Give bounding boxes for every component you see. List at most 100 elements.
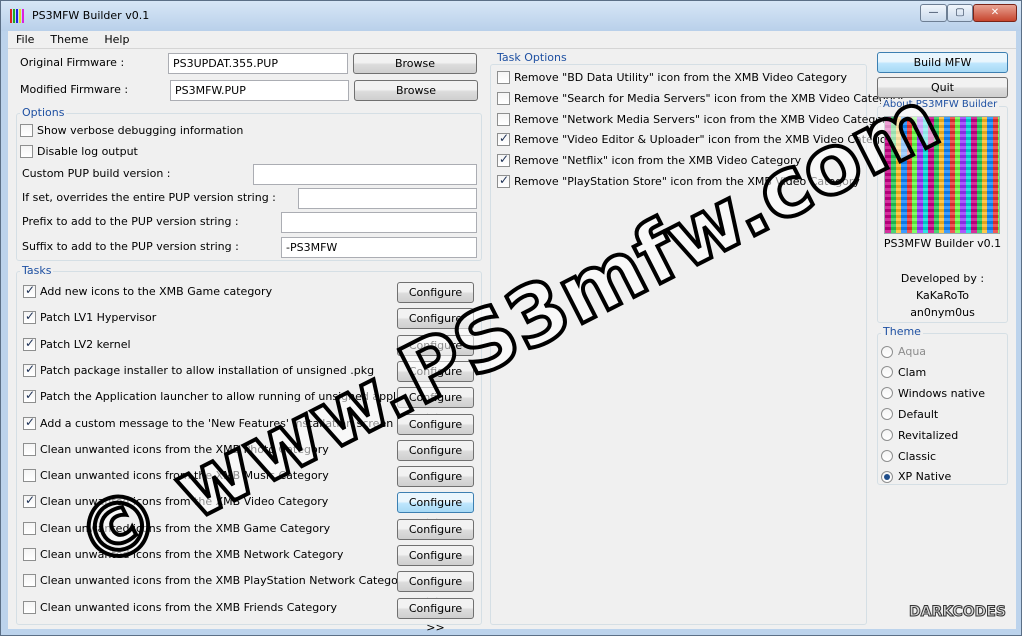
checkbox-box[interactable] — [20, 145, 33, 158]
task-item[interactable]: Add a custom message to the 'New Feature… — [23, 415, 394, 430]
verbose-checkbox[interactable]: Show verbose debugging information — [20, 124, 243, 137]
task-label: Add a custom message to the 'New Feature… — [40, 416, 394, 430]
menu-file[interactable]: File — [8, 31, 42, 48]
task-option-item[interactable]: Remove "Network Media Servers" icon from… — [497, 112, 893, 126]
task-checkbox[interactable] — [23, 388, 36, 404]
about-app-name: PS3MFW Builder v0.1 — [883, 237, 1002, 250]
theme-option[interactable]: Classic — [881, 450, 936, 463]
task-item[interactable]: Patch LV1 Hypervisor — [23, 309, 156, 325]
task-checkbox[interactable] — [23, 362, 36, 377]
task-item[interactable]: Clean unwanted icons from the XMB PlaySt… — [23, 574, 409, 588]
menu-theme[interactable]: Theme — [42, 31, 96, 48]
configure-button[interactable]: Configure >> — [397, 413, 474, 450]
theme-radio[interactable] — [881, 345, 893, 358]
task-option-item[interactable]: Remove "Netflix" icon from the XMB Video… — [497, 152, 802, 168]
app-logo-image — [884, 116, 1000, 234]
minimize-button[interactable]: — — [920, 4, 947, 22]
task-option-label: Remove "Netflix" icon from the XMB Video… — [514, 154, 802, 168]
theme-option[interactable]: Windows native — [881, 387, 985, 400]
task-option-item[interactable]: Remove "BD Data Utility" icon from the X… — [497, 71, 847, 84]
configure-button[interactable]: Configure >> — [397, 518, 474, 555]
browse-modified-button[interactable]: Browse — [354, 80, 478, 101]
task-checkbox[interactable] — [23, 574, 36, 588]
task-checkbox[interactable] — [23, 442, 36, 456]
task-checkbox[interactable] — [23, 336, 36, 351]
configure-button[interactable]: Configure >> — [397, 597, 474, 634]
theme-radio[interactable] — [881, 366, 893, 379]
original-firmware-label: Original Firmware : — [20, 56, 125, 69]
task-option-checkbox[interactable] — [497, 91, 510, 105]
task-option-item[interactable]: Remove "PlayStation Store" icon from the… — [497, 173, 860, 188]
developed-by-label: Developed by : — [900, 272, 985, 285]
theme-radio[interactable] — [881, 429, 893, 442]
menu-help[interactable]: Help — [96, 31, 137, 48]
title-bar[interactable]: PS3MFW Builder v0.1 — ▢ ✕ — [1, 1, 1021, 31]
quit-button[interactable]: Quit — [877, 77, 1008, 98]
task-option-item[interactable]: Remove "Video Editor & Uploader" icon fr… — [497, 131, 898, 147]
verbose-label: Show verbose debugging information — [37, 124, 244, 137]
prefix-label: Prefix to add to the PUP version string … — [22, 215, 239, 228]
disable-log-checkbox[interactable]: Disable log output — [20, 145, 138, 158]
task-item[interactable]: Clean unwanted icons from the XMB Friend… — [23, 600, 337, 614]
configure-button[interactable]: Configure >> — [397, 308, 474, 344]
configure-button[interactable]: Configure >> — [397, 466, 474, 502]
configure-button[interactable]: Configure >> — [397, 492, 474, 528]
task-checkbox[interactable] — [23, 521, 36, 535]
theme-label: Default — [898, 407, 939, 421]
task-option-checkbox[interactable] — [497, 71, 510, 84]
task-item[interactable]: Patch the Application launcher to allow … — [23, 388, 433, 404]
task-checkbox[interactable] — [23, 283, 36, 298]
task-item[interactable]: Patch package installer to allow install… — [23, 362, 374, 377]
task-option-checkbox[interactable] — [497, 173, 510, 188]
theme-option[interactable]: XP Native — [881, 470, 951, 483]
theme-option[interactable]: Clam — [881, 366, 926, 379]
override-input[interactable] — [298, 188, 477, 209]
task-item[interactable]: Clean unwanted icons from the XMB Music … — [23, 469, 329, 483]
theme-label: Classic — [898, 449, 937, 463]
configure-button[interactable]: Configure >> — [397, 439, 474, 476]
theme-radio[interactable] — [881, 470, 893, 483]
task-checkbox[interactable] — [23, 600, 36, 614]
task-option-checkbox[interactable] — [497, 131, 510, 147]
task-item[interactable]: Clean unwanted icons from the XMB Networ… — [23, 548, 343, 561]
task-option-checkbox[interactable] — [497, 112, 510, 126]
configure-button[interactable]: Configure >> — [397, 360, 474, 397]
configure-button[interactable]: Configure >> — [397, 282, 474, 318]
configure-button[interactable]: Configure >> — [397, 387, 474, 423]
task-option-checkbox[interactable] — [497, 152, 510, 168]
task-checkbox[interactable] — [23, 493, 36, 509]
task-item[interactable]: Clean unwanted icons from the XMB Video … — [23, 493, 328, 509]
task-item[interactable]: Clean unwanted icons from the XMB Photo … — [23, 442, 329, 456]
task-item[interactable]: Clean unwanted icons from the XMB Game C… — [23, 521, 330, 535]
theme-option[interactable]: Revitalized — [881, 429, 958, 442]
task-item[interactable]: Add new icons to the XMB Game category — [23, 283, 272, 298]
theme-label: Aqua — [898, 345, 927, 358]
configure-button[interactable]: Configure >> — [397, 334, 474, 371]
prefix-input[interactable] — [281, 212, 477, 233]
configure-button[interactable]: Configure >> — [397, 571, 474, 607]
configure-button[interactable]: Configure >> — [397, 545, 474, 581]
task-checkbox[interactable] — [23, 548, 36, 561]
theme-radio[interactable] — [881, 408, 893, 421]
theme-option[interactable]: Default — [881, 408, 938, 421]
modified-firmware-input[interactable]: PS3MFW.PUP — [170, 80, 349, 101]
suffix-input[interactable]: -PS3MFW — [281, 237, 477, 258]
override-label: If set, overrides the entire PUP version… — [22, 191, 276, 204]
task-label: Clean unwanted icons from the XMB Friend… — [40, 600, 337, 614]
suffix-label: Suffix to add to the PUP version string … — [22, 240, 239, 253]
custom-build-input[interactable] — [253, 164, 477, 185]
theme-option[interactable]: Aqua — [881, 345, 926, 358]
theme-radio[interactable] — [881, 450, 893, 462]
maximize-button[interactable]: ▢ — [947, 4, 973, 22]
browse-original-button[interactable]: Browse — [353, 53, 477, 74]
theme-radio[interactable] — [881, 387, 893, 400]
task-option-item[interactable]: Remove "Search for Media Servers" icon f… — [497, 91, 904, 105]
task-item[interactable]: Patch LV2 kernel — [23, 336, 131, 351]
build-mfw-button[interactable]: Build MFW — [877, 52, 1008, 73]
task-checkbox[interactable] — [23, 309, 36, 325]
task-checkbox[interactable] — [23, 415, 36, 430]
original-firmware-input[interactable]: PS3UPDAT.355.PUP — [168, 53, 348, 74]
close-button[interactable]: ✕ — [973, 4, 1017, 22]
task-checkbox[interactable] — [23, 469, 36, 483]
checkbox-box[interactable] — [20, 124, 33, 137]
